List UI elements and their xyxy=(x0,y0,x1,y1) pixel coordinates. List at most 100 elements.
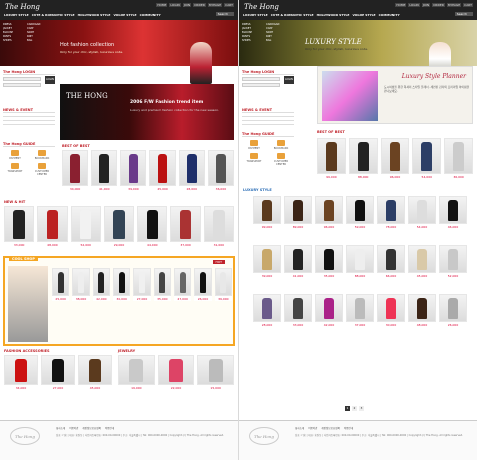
style-planner-banner[interactable]: Luxury Style Planner 도시여성을 위한 럭셔리 스타일 플래… xyxy=(317,66,473,124)
login-button[interactable]: LOGIN xyxy=(284,76,294,84)
category-item[interactable]: JACKET xyxy=(3,27,24,30)
product-image[interactable] xyxy=(315,294,343,322)
product-image[interactable] xyxy=(348,138,378,174)
product-card[interactable]: 96,000 xyxy=(315,196,343,229)
product-image[interactable] xyxy=(253,245,281,273)
product-card[interactable]: 19,000 xyxy=(118,355,155,390)
category-item[interactable]: SHOES xyxy=(242,39,263,42)
product-card[interactable]: 45,000 xyxy=(78,355,112,390)
page-number[interactable]: 3 xyxy=(359,406,364,411)
guide-item[interactable]: BOOKMARK xyxy=(30,150,54,160)
product-card[interactable]: 33,000 xyxy=(284,294,312,327)
product-image[interactable] xyxy=(91,150,118,186)
guide-item[interactable]: PAYMENT xyxy=(3,150,27,160)
footer-link[interactable]: 회사소개 xyxy=(56,426,65,430)
product-image[interactable] xyxy=(41,355,75,385)
product-card[interactable]: 89,000 xyxy=(284,196,312,229)
product-image[interactable] xyxy=(62,150,89,186)
nav-item[interactable]: VOGUE STYLE xyxy=(352,13,375,17)
nav-item[interactable]: HOLLYWOOD STYLE xyxy=(317,13,350,17)
product-image[interactable] xyxy=(197,355,234,385)
news-title[interactable]: NEWS & EVENT xyxy=(242,108,294,113)
footer-link[interactable]: 개인정보보호정책 xyxy=(82,426,100,430)
utility-link[interactable]: ORDER xyxy=(193,3,206,7)
utility-link[interactable]: CART xyxy=(463,3,473,7)
product-image[interactable] xyxy=(137,206,168,242)
product-card[interactable]: 27,000 xyxy=(41,355,75,390)
product-image[interactable] xyxy=(377,196,405,224)
utility-link[interactable]: MYPAGE xyxy=(207,3,223,7)
password-field[interactable] xyxy=(242,83,280,87)
product-image[interactable] xyxy=(380,138,410,174)
product-image[interactable] xyxy=(315,245,343,273)
product-image[interactable] xyxy=(253,196,281,224)
product-card[interactable]: 28,000 xyxy=(253,294,281,327)
product-card[interactable]: 30,000 xyxy=(377,294,405,327)
category-item[interactable]: COAT xyxy=(27,27,48,30)
product-image[interactable] xyxy=(157,355,195,385)
product-card[interactable]: 96,000 xyxy=(380,138,410,179)
product-card[interactable]: 99,000 xyxy=(253,196,281,229)
nav-item[interactable]: LUXURY STYLE xyxy=(243,13,268,17)
category-item[interactable]: PANTS xyxy=(242,35,263,38)
category-item[interactable]: DRESS xyxy=(242,23,263,26)
page-number[interactable]: 2 xyxy=(352,406,357,411)
product-image[interactable] xyxy=(103,206,135,242)
product-image[interactable] xyxy=(4,206,35,242)
product-card[interactable]: 34,000 xyxy=(4,355,38,390)
nav-item[interactable]: VOGUE STYLE xyxy=(113,13,136,17)
category-item[interactable]: JACKET xyxy=(242,27,263,30)
product-card[interactable]: 38,000 xyxy=(72,268,90,301)
utility-link[interactable]: HOME xyxy=(156,3,168,7)
product-image[interactable] xyxy=(72,268,90,296)
product-image[interactable] xyxy=(178,150,205,186)
guide-item[interactable]: BOOKMARK xyxy=(269,140,293,150)
product-image[interactable] xyxy=(37,206,68,242)
nav-item[interactable]: CUTE & ROMANTIC STYLE xyxy=(271,13,314,17)
product-card[interactable]: 78,000 xyxy=(377,196,405,229)
product-card[interactable]: 52,000 xyxy=(439,245,467,278)
product-image[interactable] xyxy=(194,268,212,296)
product-image[interactable] xyxy=(346,294,374,322)
product-card[interactable]: 45,000 xyxy=(149,150,176,191)
news-line[interactable] xyxy=(3,124,55,125)
product-card[interactable]: 52,000 xyxy=(70,206,101,247)
product-card[interactable]: 39,000 xyxy=(253,245,281,278)
product-image[interactable] xyxy=(439,294,467,322)
news-line[interactable] xyxy=(242,124,294,125)
product-image[interactable] xyxy=(346,196,374,224)
product-image[interactable] xyxy=(439,196,467,224)
footer-link[interactable]: 회사소개 xyxy=(295,426,304,430)
product-card[interactable]: 44,000 xyxy=(137,206,168,247)
utility-link[interactable]: MYPAGE xyxy=(446,3,462,7)
utility-link[interactable]: JOIN xyxy=(182,3,192,7)
product-image[interactable] xyxy=(52,268,70,296)
product-card[interactable]: 34,000 xyxy=(62,150,89,191)
product-card[interactable]: 36,000 xyxy=(207,150,234,191)
product-card[interactable]: 42,000 xyxy=(315,294,343,327)
login-button[interactable]: LOGIN xyxy=(45,76,55,84)
product-image[interactable] xyxy=(78,355,112,385)
product-card[interactable]: 30,000 xyxy=(113,268,131,301)
product-card[interactable]: 54,000 xyxy=(412,138,442,179)
product-card[interactable]: 48,000 xyxy=(37,206,68,247)
product-card[interactable]: 15,000 xyxy=(197,355,234,390)
product-image[interactable] xyxy=(92,268,110,296)
utility-link[interactable]: JOIN xyxy=(421,3,431,7)
category-item[interactable]: BLOUSE xyxy=(3,31,24,34)
nav-item[interactable]: CUTE & ROMANTIC STYLE xyxy=(32,13,75,17)
product-card[interactable]: 54,000 xyxy=(408,196,436,229)
product-image[interactable] xyxy=(4,355,38,385)
product-card[interactable]: 33,000 xyxy=(4,206,35,247)
product-image[interactable] xyxy=(253,294,281,322)
utility-link[interactable]: CART xyxy=(224,3,234,7)
product-image[interactable] xyxy=(408,245,436,273)
id-field[interactable] xyxy=(3,77,41,81)
product-card[interactable]: 41,000 xyxy=(284,245,312,278)
category-item[interactable]: CARDIGAN xyxy=(266,23,287,26)
guide-item[interactable]: CUSTOMER CENTER xyxy=(269,153,293,166)
category-item[interactable]: SKIRT xyxy=(27,31,48,34)
product-card[interactable]: 31,000 xyxy=(203,206,234,247)
product-card[interactable]: 22,000 xyxy=(157,355,195,390)
guide-item[interactable]: TRANSPORT xyxy=(242,153,266,166)
